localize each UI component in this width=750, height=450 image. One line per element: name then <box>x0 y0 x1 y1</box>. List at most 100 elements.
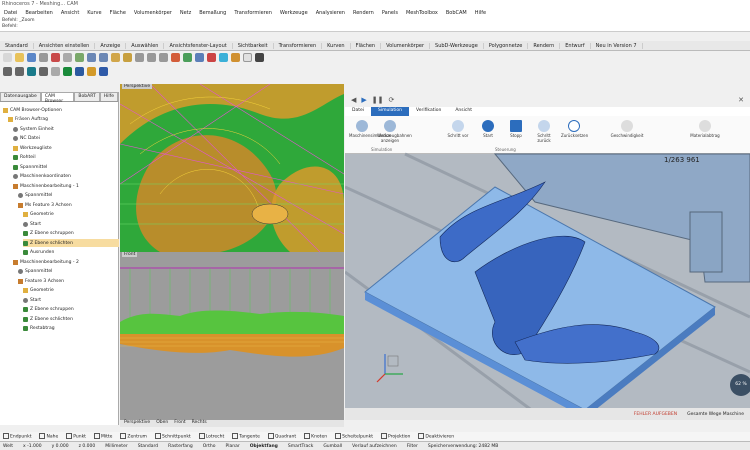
tree-item[interactable]: Restabtrag <box>23 325 119 333</box>
osnap-option[interactable]: Schnittpunkt <box>155 433 191 440</box>
print-icon[interactable] <box>39 52 48 62</box>
shade-icon[interactable] <box>219 52 228 62</box>
surface-icon[interactable] <box>63 66 72 76</box>
zoom-extents-icon[interactable] <box>159 52 168 62</box>
arc-icon[interactable] <box>51 66 60 76</box>
osnap-option[interactable]: Knoten <box>304 433 327 440</box>
grid-snap-toggle[interactable]: Rasterfang <box>168 444 193 449</box>
ortho-toggle[interactable]: Ortho <box>203 444 216 449</box>
osnap-option[interactable]: Projektion <box>381 433 410 440</box>
smarttrack-toggle[interactable]: SmartTrack <box>288 444 313 449</box>
render-icon[interactable] <box>207 52 216 62</box>
command-history[interactable]: Befehl: _Zoom Befehl: <box>0 18 750 32</box>
paste-icon[interactable] <box>75 52 84 62</box>
tree-item[interactable]: Spannmittel <box>18 268 119 276</box>
menu-item[interactable]: Ansicht <box>57 10 83 16</box>
settings-icon[interactable] <box>255 52 264 62</box>
tree-item[interactable]: Geometrie <box>23 287 119 295</box>
menu-item[interactable]: Bemaßung <box>195 10 230 16</box>
tree-item[interactable]: Spannmittel <box>13 163 119 171</box>
tree-item[interactable]: Z Ebene schlichten <box>23 239 119 247</box>
toolbar-tab[interactable]: SubD-Werkzeuge <box>430 42 484 49</box>
panel-tab[interactable]: Datenausgabe <box>0 92 41 101</box>
layer-indicator[interactable]: Standard <box>138 444 158 449</box>
osnap-toggle[interactable]: Objektfang <box>250 444 278 449</box>
menu-item[interactable]: MeshToolbox <box>402 10 442 16</box>
viewport-tab[interactable]: Front <box>174 420 185 427</box>
osnap-option[interactable]: Zentrum <box>120 433 147 440</box>
select-icon[interactable] <box>171 52 180 62</box>
material-icon[interactable] <box>231 52 240 62</box>
toolbar-tab[interactable]: Standard <box>0 42 34 49</box>
menu-item[interactable]: Rendern <box>349 10 378 16</box>
menu-item[interactable]: Transformieren <box>230 10 276 16</box>
tree-item[interactable]: Rohteil <box>13 154 119 162</box>
menu-item[interactable]: Analysieren <box>312 10 349 16</box>
toolbar-tab[interactable]: Entwurf <box>560 42 591 49</box>
sphere-icon[interactable] <box>243 52 252 62</box>
toolbar-tab[interactable]: Rendern <box>528 42 561 49</box>
properties-icon[interactable] <box>195 52 204 62</box>
menu-item[interactable]: Kurve <box>83 10 105 16</box>
circle-icon[interactable] <box>39 66 48 76</box>
redo-icon[interactable] <box>99 52 108 62</box>
menu-item[interactable]: Werkzeuge <box>276 10 312 16</box>
toolbar-tab[interactable]: Neu in Version 7 <box>591 42 643 49</box>
viewport-label[interactable]: Front <box>122 252 138 257</box>
menu-item[interactable]: Hilfe <box>471 10 490 16</box>
toolbar-tab[interactable]: Anzeige <box>95 42 127 49</box>
viewport-tab[interactable]: Oben <box>156 420 168 427</box>
tree-item[interactable]: Z Ebene schruppen <box>23 230 119 238</box>
line-icon[interactable] <box>15 66 24 76</box>
osnap-option[interactable]: Mitte <box>94 433 112 440</box>
front-viewport[interactable]: Front <box>120 252 344 420</box>
panel-tab[interactable]: BobART <box>74 92 100 101</box>
cut-icon[interactable] <box>51 52 60 62</box>
toolbar-tab[interactable]: Ansichtsfenster-Layout <box>164 42 233 49</box>
tree-item[interactable]: Maschinenbearbeitung - 2 <box>13 258 119 266</box>
globe-icon[interactable] <box>99 66 108 76</box>
toolbar-tab[interactable]: Kurven <box>322 42 351 49</box>
viewport-tab[interactable]: Rechts <box>192 420 207 427</box>
menu-item[interactable]: BobCAM <box>442 10 471 16</box>
tree-item[interactable]: CAM Browser-Optionen <box>3 106 119 114</box>
tree-item[interactable]: Werkzeugliste <box>13 144 119 152</box>
tree-item[interactable]: NC Datei <box>13 135 119 143</box>
osnap-option[interactable]: Quadrant <box>268 433 296 440</box>
tree-item[interactable]: Feature 3 Achsen <box>18 277 119 285</box>
osnap-option[interactable]: Endpunkt <box>3 433 31 440</box>
tree-item[interactable]: Z Ebene schlichten <box>23 315 119 323</box>
toolbar-tab[interactable]: Transformieren <box>274 42 323 49</box>
menu-item[interactable]: Panels <box>378 10 402 16</box>
tree-item[interactable]: Start <box>23 220 119 228</box>
perspective-viewport[interactable]: Perspektive <box>120 84 344 252</box>
menu-item[interactable]: Bearbeiten <box>21 10 56 16</box>
error-report-link[interactable]: FEHLER AUFGEBEN <box>634 412 677 417</box>
tree-item[interactable]: Maschinenbearbeitung - 1 <box>13 182 119 190</box>
filter-toggle[interactable]: Filter <box>407 444 418 449</box>
curve-icon[interactable] <box>27 66 36 76</box>
tree-item[interactable]: System Einheit <box>13 125 119 133</box>
toolbar-tab[interactable]: Polygonnetze <box>484 42 529 49</box>
toolbar-tab[interactable]: Auswählen <box>126 42 165 49</box>
undo-icon[interactable] <box>87 52 96 62</box>
osnap-option[interactable]: Scheitelpunkt <box>335 433 373 440</box>
panel-tab-active[interactable]: CAM Browser <box>40 92 75 104</box>
tree-item[interactable]: Maschinenkoordinaten <box>13 173 119 181</box>
osnap-option[interactable]: Tangente <box>232 433 260 440</box>
viewport-label[interactable]: Perspektive <box>122 84 153 89</box>
toolbar-tab[interactable]: Sichtbarkeit <box>233 42 274 49</box>
zoom-window-icon[interactable] <box>147 52 156 62</box>
osnap-option[interactable]: Nahe <box>39 433 58 440</box>
menu-item[interactable]: Volumenkörper <box>130 10 176 16</box>
toolbar-tab[interactable]: Volumenkörper <box>381 42 431 49</box>
tree-item[interactable]: Z Ebene schruppen <box>23 306 119 314</box>
menu-item[interactable]: Fläche <box>106 10 130 16</box>
tree-item[interactable]: Geometrie <box>23 211 119 219</box>
tree-item[interactable]: Spannmittel <box>18 192 119 200</box>
panel-tab[interactable]: Hilfe <box>99 92 118 101</box>
new-file-icon[interactable] <box>3 52 12 62</box>
save-icon[interactable] <box>27 52 36 62</box>
toolbar-tab[interactable]: Ansichten einstellen <box>34 42 96 49</box>
rotate-view-icon[interactable] <box>123 52 132 62</box>
